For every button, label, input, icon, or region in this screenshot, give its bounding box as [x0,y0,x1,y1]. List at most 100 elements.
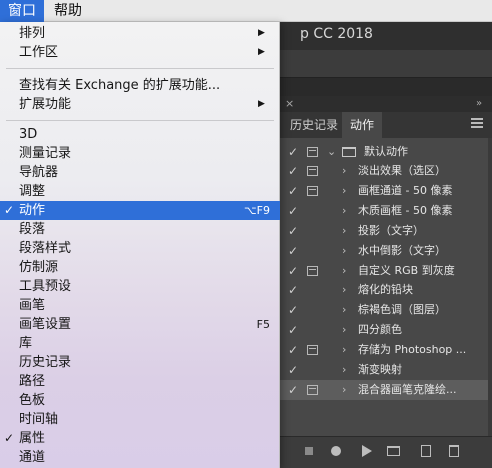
submenu-arrow-icon: ▶ [258,28,265,38]
menu-item-g3-6[interactable]: 段落样式 [0,239,280,258]
toggle-check-icon[interactable]: ✓ [286,320,300,340]
disclosure-icon[interactable]: › [342,320,346,340]
menu-item-g3-9[interactable]: 画笔 [0,296,280,315]
disclosure-icon[interactable]: › [342,181,346,201]
menu-help[interactable]: 帮助 [46,0,90,22]
toggle-check-icon[interactable]: ✓ [286,161,300,181]
submenu-arrow-icon: ▶ [258,47,265,57]
dialog-toggle-icon[interactable] [307,185,318,196]
record-icon[interactable] [331,446,341,456]
action-row-3[interactable]: ✓ › 投影（文字） [280,221,488,241]
toggle-check-icon[interactable]: ✓ [286,221,300,241]
dialog-toggle-icon[interactable] [307,384,318,395]
action-row-8[interactable]: ✓ › 四分颜色 [280,320,488,340]
menu-item-g3-3[interactable]: 调整 [0,182,280,201]
toggle-check-icon[interactable]: ✓ [286,142,300,162]
action-row-10[interactable]: ✓ › 渐变映射 [280,360,488,380]
dialog-toggle-icon[interactable] [307,265,318,276]
app-title: p CC 2018 [300,26,373,42]
disclosure-icon[interactable]: › [342,261,346,281]
menu-item-label: 仿制源 [19,260,59,275]
toggle-check-icon[interactable]: ✓ [286,241,300,261]
disclosure-icon[interactable]: › [342,161,346,181]
expand-icon[interactable]: ⌄ [327,142,336,162]
action-label: 存储为 Photoshop ... [358,343,467,357]
new-set-icon[interactable] [387,446,400,456]
menu-item-g3-17[interactable]: 通道 [0,448,280,467]
menu-item-g3-14[interactable]: 色板 [0,391,280,410]
action-row-7[interactable]: ✓ › 棕褐色调（图层） [280,300,488,320]
toggle-check-icon[interactable]: ✓ [286,380,300,400]
toggle-check-icon[interactable]: ✓ [286,360,300,380]
menu-item-g3-1[interactable]: 测量记录 [0,144,280,163]
close-icon[interactable]: × [285,96,294,112]
new-action-icon[interactable] [421,445,431,457]
menu-item-g3-2[interactable]: 导航器 [0,163,280,182]
action-row-0[interactable]: ✓ › 淡出效果（选区） [280,161,488,181]
toggle-check-icon[interactable]: ✓ [286,340,300,360]
menu-item-g1-1[interactable]: 工作区 ▶ [0,43,280,62]
submenu-arrow-icon: ▶ [258,99,265,109]
menu-item-g2-1[interactable]: 扩展功能 ▶ [0,95,280,114]
menu-item-g3-12[interactable]: 历史记录 [0,353,280,372]
action-set-row[interactable]: ✓ ⌄ 默认动作 [280,142,488,162]
action-row-1[interactable]: ✓ › 画框通道 - 50 像素 [280,181,488,201]
disclosure-icon[interactable]: › [342,221,346,241]
menu-item-label: 历史记录 [19,355,72,370]
disclosure-icon[interactable]: › [342,241,346,261]
menu-item-g3-16[interactable]: ✓ 属性 [0,429,280,448]
dialog-toggle-icon[interactable] [307,166,318,176]
play-icon[interactable] [362,445,372,457]
menu-item-label: 段落样式 [19,241,72,256]
menu-item-label: 工作区 [19,45,59,60]
action-row-11[interactable]: ✓ › 混合器画笔克隆绘... [280,379,488,400]
action-label: 渐变映射 [358,363,402,376]
disclosure-icon[interactable]: › [342,280,346,300]
menu-item-label: 画笔设置 [19,317,72,332]
menu-item-g3-15[interactable]: 时间轴 [0,410,280,429]
toggle-check-icon[interactable]: ✓ [286,181,300,201]
tab-actions[interactable]: 动作 [342,112,383,138]
menu-item-g3-5[interactable]: 段落 [0,220,280,239]
menu-item-g3-10[interactable]: 画笔设置 F5 [0,315,280,334]
disclosure-icon[interactable]: › [342,300,346,320]
dialog-toggle-icon[interactable] [307,345,318,356]
menu-item-g1-0[interactable]: 排列 ▶ [0,24,280,43]
menu-item-g3-4[interactable]: ✓ 动作 ⌥F9 [0,201,280,220]
action-row-5[interactable]: ✓ › 自定义 RGB 到灰度 [280,261,488,281]
toggle-check-icon[interactable]: ✓ [286,261,300,281]
menu-item-label: 排列 [19,26,46,41]
toggle-check-icon[interactable]: ✓ [286,201,300,221]
action-row-2[interactable]: ✓ › 木质画框 - 50 像素 [280,201,488,221]
trash-icon[interactable] [449,445,459,457]
disclosure-icon[interactable]: › [342,201,346,221]
toggle-check-icon[interactable]: ✓ [286,300,300,320]
action-row-6[interactable]: ✓ › 熔化的铅块 [280,280,488,300]
toggle-check-icon[interactable]: ✓ [286,280,300,300]
menu-item-g3-11[interactable]: 库 [0,334,280,353]
menu-item-label: 调整 [19,184,46,199]
action-row-4[interactable]: ✓ › 水中倒影（文字） [280,241,488,261]
disclosure-icon[interactable]: › [342,360,346,380]
action-label: 熔化的铅块 [358,283,413,297]
action-label: 棕褐色调（图层） [358,303,446,317]
action-label: 自定义 RGB 到灰度 [358,263,455,277]
stop-icon[interactable] [305,447,313,455]
menu-item-g3-0[interactable]: 3D [0,125,280,144]
menu-item-g3-13[interactable]: 路径 [0,372,280,391]
panel-menu-icon[interactable] [471,116,483,132]
collapse-icon[interactable]: » [476,96,482,112]
scrollbar[interactable] [488,138,492,436]
action-label: 画框通道 - 50 像素 [358,183,453,197]
menu-window[interactable]: 窗口 [0,0,44,22]
menu-item-g2-0[interactable]: 查找有关 Exchange 的扩展功能... [0,76,280,95]
menu-item-label: 时间轴 [19,412,59,427]
action-label: 淡出效果（选区） [358,164,446,177]
menu-item-g3-7[interactable]: 仿制源 [0,258,280,277]
dialog-toggle-icon[interactable] [307,147,318,157]
disclosure-icon[interactable]: › [342,380,346,400]
tab-history[interactable]: 历史记录 [282,112,346,138]
menu-item-g3-8[interactable]: 工具预设 [0,277,280,296]
action-row-9[interactable]: ✓ › 存储为 Photoshop ... [280,340,488,360]
disclosure-icon[interactable]: › [342,340,346,360]
